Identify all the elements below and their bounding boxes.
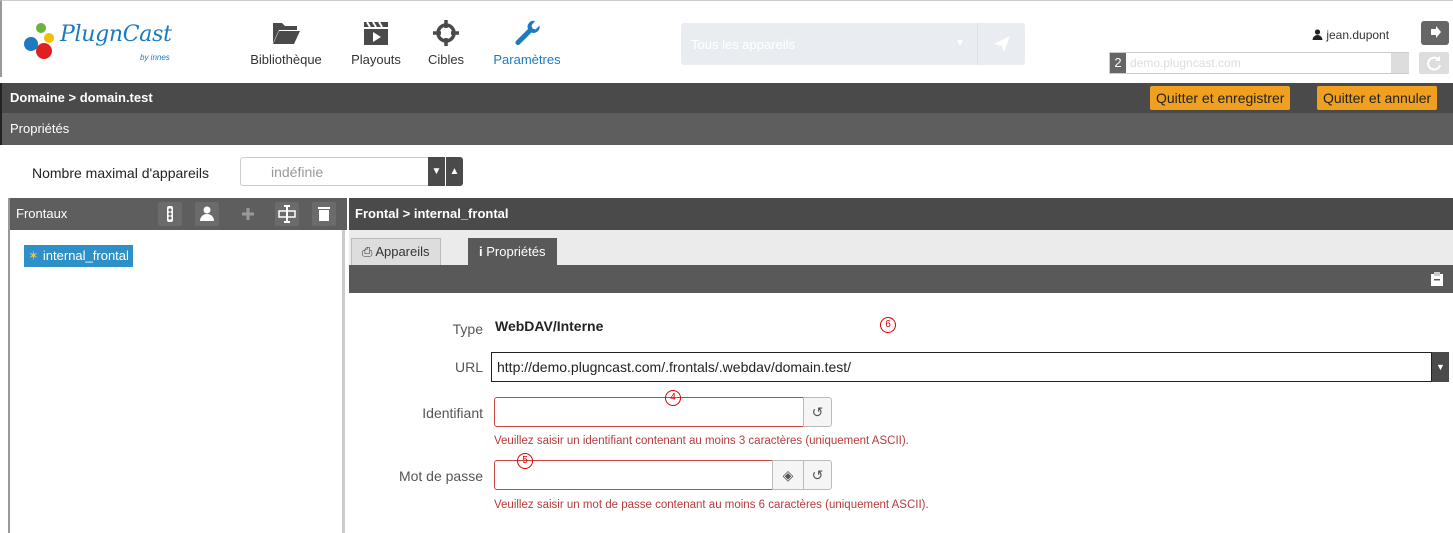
sign-out-icon [1431, 26, 1441, 38]
chevron-down-icon: ▾ [957, 35, 964, 49]
top-bar: PlugnCast by innes Bibliothèque Playouts… [0, 0, 1453, 77]
clipboard-icon[interactable] [1429, 271, 1445, 287]
undo-icon: ↺ [811, 404, 824, 420]
type-label: Type [452, 321, 483, 337]
identifier-error: Veuillez saisir un identifiant contenant… [494, 435, 909, 447]
frontal-header: Frontal > internal_frontal [349, 198, 1453, 230]
user-icon [1312, 29, 1323, 40]
refresh-button[interactable] [1419, 52, 1449, 74]
traffic-light-button[interactable] [158, 202, 182, 226]
clapperboard-icon [364, 21, 388, 45]
cancel-and-quit-button[interactable]: Quitter et annuler [1317, 86, 1438, 110]
type-value: WebDAV/Interne [495, 318, 604, 334]
frontal-breadcrumb: Frontal > internal_frontal [355, 206, 509, 221]
logo-text: PlugnCast [60, 22, 172, 47]
device-select[interactable]: Tous les appareils ▾ [681, 23, 1025, 65]
folder-icon [273, 23, 300, 44]
nav-label: Bibliothèque [250, 52, 322, 67]
wrench-icon [515, 20, 540, 45]
identifier-label: Identifiant [422, 405, 483, 421]
nav-label: Playouts [351, 52, 401, 67]
max-devices-field[interactable]: indéfinie [240, 157, 429, 186]
frontal-icon: ✶ [28, 248, 39, 263]
password-label: Mot de passe [398, 468, 483, 484]
paper-plane-icon [994, 36, 1010, 52]
send-button[interactable] [977, 23, 1025, 65]
password-error: Veuillez saisir un mot de passe contenan… [494, 499, 929, 511]
password-reset-button[interactable]: ↺ [803, 460, 832, 490]
text-cursor-icon [278, 205, 296, 223]
nav-label: Cibles [427, 52, 465, 67]
nav-bibliotheque[interactable]: Bibliothèque [245, 19, 327, 71]
user-button[interactable] [195, 202, 219, 226]
delete-button[interactable] [312, 202, 336, 226]
tab-label: Propriétés [486, 244, 546, 259]
server-count: 2 [1110, 53, 1126, 73]
crosshair-icon [433, 20, 459, 46]
add-button[interactable] [236, 202, 260, 226]
tab-strip: ⎙ Appareils i Propriétés [349, 230, 1453, 265]
url-field[interactable]: http://demo.plugncast.com/.frontals/.web… [491, 352, 1432, 382]
tree-item-label: internal_frontal [42, 248, 129, 263]
identifier-reset-button[interactable]: ↺ [803, 397, 832, 427]
properties-title: Propriétés [10, 121, 70, 136]
breadcrumb: Domaine > domain.test [10, 90, 153, 105]
frontals-header: Frontaux [10, 198, 347, 230]
annotation-marker: 4 [665, 390, 681, 406]
identifier-field[interactable] [494, 397, 804, 427]
plus-icon [242, 208, 254, 220]
frontals-title: Frontaux [16, 206, 68, 221]
undo-icon: ↺ [811, 467, 824, 483]
devices-icon: ⎙ [362, 244, 373, 259]
annotation-marker: 5 [517, 453, 533, 469]
user-icon [200, 206, 214, 221]
server-name: demo.plugncast.com [1130, 56, 1241, 70]
decrement-button[interactable]: ▼ [428, 157, 445, 186]
nav-parametres[interactable]: Paramètres [487, 19, 567, 71]
logo-mark-icon [22, 23, 62, 63]
tree-item-internal-frontal[interactable]: ✶ internal_frontal [24, 245, 133, 267]
toggle-password-visibility-button[interactable]: ◈ [772, 460, 804, 490]
username: jean.dupont [1326, 28, 1390, 42]
url-label: URL [454, 359, 483, 375]
eye-slash-icon: ◈ [782, 467, 794, 483]
tab-appareils[interactable]: ⎙ Appareils [351, 238, 441, 265]
nav-label: Paramètres [493, 52, 561, 67]
refresh-icon [1427, 56, 1441, 71]
logo-subtitle: by innes [140, 53, 170, 62]
increment-button[interactable]: ▲ [446, 157, 463, 186]
password-field[interactable] [494, 460, 773, 490]
device-select-placeholder: Tous les appareils [691, 37, 796, 52]
tab-label: Appareils [375, 244, 430, 259]
annotation-marker: 6 [880, 317, 896, 333]
info-icon: i [479, 244, 483, 259]
properties-header: Propriétés [0, 113, 1453, 145]
url-dropdown-button[interactable]: ▼ [1432, 352, 1449, 382]
nav-playouts[interactable]: Playouts [346, 19, 406, 71]
nav-cibles[interactable]: Cibles [423, 19, 469, 71]
domain-header: Domaine > domain.test Quitter et enregis… [0, 83, 1453, 113]
traffic-light-icon [167, 206, 173, 222]
save-and-quit-button[interactable]: Quitter et enregistrer [1150, 86, 1291, 110]
max-devices-value: indéfinie [271, 164, 324, 180]
server-select[interactable]: 2 demo.plugncast.com [1109, 52, 1409, 74]
tab-proprietes[interactable]: i Propriétés [468, 238, 557, 265]
chevron-down-icon [1391, 53, 1409, 73]
logout-button[interactable] [1421, 21, 1449, 45]
plugncast-logo[interactable]: PlugnCast by innes [22, 19, 172, 67]
max-devices-label: Nombre maximal d'appareils [32, 165, 209, 181]
rename-button[interactable] [275, 202, 299, 226]
trash-icon [318, 207, 330, 221]
properties-toolbar [349, 265, 1453, 293]
frontals-panel: Frontaux ✶ internal_frontal [8, 198, 347, 533]
user-menu[interactable]: jean.dupont [1312, 28, 1389, 42]
url-value: http://demo.plugncast.com/.frontals/.web… [497, 359, 852, 375]
